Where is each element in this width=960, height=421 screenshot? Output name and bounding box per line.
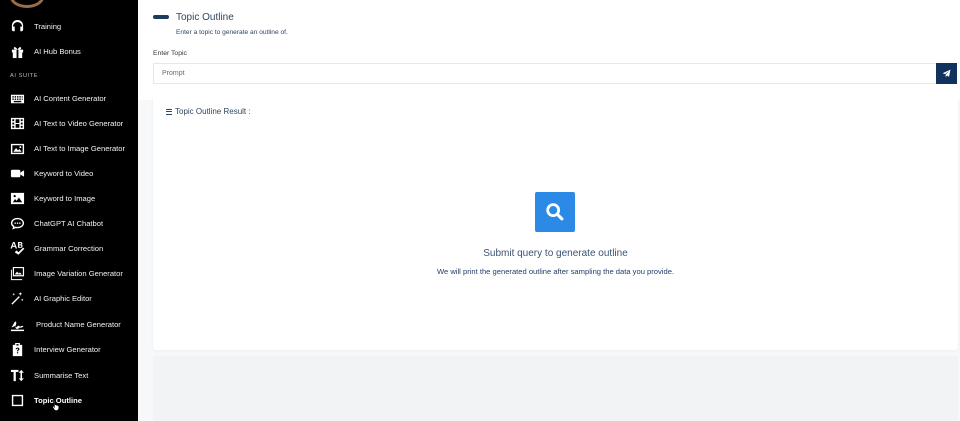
text-height-icon bbox=[9, 367, 25, 383]
sidebar-item-label: AI Text to Video Generator bbox=[34, 118, 124, 128]
hand-cursor-icon bbox=[52, 399, 60, 411]
sidebar-item-label: Product Name Generator bbox=[36, 319, 121, 329]
lower-panel bbox=[153, 356, 958, 421]
result-title: Topic Outline Result : bbox=[166, 107, 251, 116]
chat-bubble-icon bbox=[9, 215, 25, 231]
sidebar-item-label: Training bbox=[34, 21, 62, 31]
brand-logo bbox=[10, 0, 44, 8]
sidebar-item-training[interactable]: Training bbox=[0, 15, 138, 37]
sidebar-item-ai-graphic-editor[interactable]: AI Graphic Editor bbox=[0, 287, 138, 309]
sidebar-item-ai-hub-bonus[interactable]: AI Hub Bonus bbox=[0, 40, 138, 62]
result-title-text: Topic Outline Result : bbox=[175, 107, 251, 116]
keyboard-icon bbox=[9, 90, 25, 106]
clipboard-question-icon bbox=[9, 341, 25, 357]
sidebar-item-image-variation-generator[interactable]: Image Variation Generator bbox=[0, 262, 138, 284]
result-card: Topic Outline Result : Submit query to g… bbox=[153, 95, 958, 350]
image-icon bbox=[9, 140, 25, 156]
topic-form-panel: Topic Outline Enter a topic to generate … bbox=[138, 0, 960, 100]
empty-state-text: We will print the generated outline afte… bbox=[436, 267, 675, 276]
topic-prompt-input[interactable] bbox=[153, 63, 936, 84]
sidebar-item-interview-generator[interactable]: Interview Generator bbox=[0, 338, 138, 360]
sidebar-item-grammar-correction[interactable]: Grammar Correction bbox=[0, 237, 138, 259]
page-title: Topic Outline bbox=[176, 12, 234, 23]
sidebar-item-keyword-to-video[interactable]: Keyword to Video bbox=[0, 162, 138, 184]
title-accent bbox=[153, 15, 169, 19]
sidebar-item-label: Keyword to Image bbox=[34, 193, 96, 203]
sidebar-item-ai-text-to-image-generator[interactable]: AI Text to Image Generator bbox=[0, 137, 138, 159]
section-label: AI SUITE bbox=[10, 73, 39, 79]
sidebar-item-topic-outline[interactable]: Topic Outline bbox=[0, 389, 138, 411]
film-icon bbox=[9, 115, 25, 131]
sidebar-item-ai-content-generator[interactable]: AI Content Generator bbox=[0, 87, 138, 109]
sidebar-item-label: Summarise Text bbox=[34, 370, 89, 380]
sidebar-item-label: AI Text to Image Generator bbox=[34, 143, 126, 153]
sidebar-item-label: Interview Generator bbox=[34, 344, 101, 354]
sidebar-item-label: AI Hub Bonus bbox=[34, 46, 81, 56]
sidebar-item-summarise-text[interactable]: Summarise Text bbox=[0, 364, 138, 386]
paper-plane-icon bbox=[942, 69, 951, 78]
sidebar-item-label: Keyword to Video bbox=[34, 168, 94, 178]
signature-icon bbox=[9, 316, 25, 332]
page-subtitle: Enter a topic to generate an outline of. bbox=[176, 29, 288, 36]
sidebar-item-keyword-to-image[interactable]: Keyword to Image bbox=[0, 187, 138, 209]
sidebar-item-chatgpt-ai-chatbot[interactable]: ChatGPT AI Chatbot bbox=[0, 212, 138, 234]
search-icon bbox=[546, 203, 564, 221]
sidebar-item-ai-text-to-video-generator[interactable]: AI Text to Video Generator bbox=[0, 112, 138, 134]
sidebar-item-label: Grammar Correction bbox=[34, 243, 104, 253]
images-icon bbox=[9, 265, 25, 281]
sidebar-item-product-name-generator[interactable]: Product Name Generator bbox=[0, 313, 138, 335]
list-icon bbox=[166, 108, 172, 115]
sidebar-item-label: AI Graphic Editor bbox=[34, 293, 92, 303]
submit-button[interactable] bbox=[936, 63, 957, 84]
sidebar: Training AI Hub Bonus AI SUITE AI Conten… bbox=[0, 0, 138, 421]
empty-state-illustration bbox=[535, 192, 575, 232]
empty-state-heading: Submit query to generate outline bbox=[483, 248, 628, 259]
sidebar-item-label: ChatGPT AI Chatbot bbox=[34, 218, 104, 228]
picture-icon bbox=[9, 190, 25, 206]
sidebar-item-label: Image Variation Generator bbox=[34, 268, 123, 278]
gift-icon bbox=[9, 43, 25, 59]
square-outline-icon bbox=[9, 392, 25, 408]
sidebar-item-label: AI Content Generator bbox=[34, 93, 107, 103]
topic-field-label: Enter Topic bbox=[153, 50, 187, 57]
main-content: Topic Outline Enter a topic to generate … bbox=[138, 0, 960, 421]
spellcheck-icon bbox=[9, 240, 25, 256]
video-camera-icon bbox=[9, 165, 25, 181]
headset-icon bbox=[9, 18, 25, 34]
magic-wand-icon bbox=[9, 290, 25, 306]
